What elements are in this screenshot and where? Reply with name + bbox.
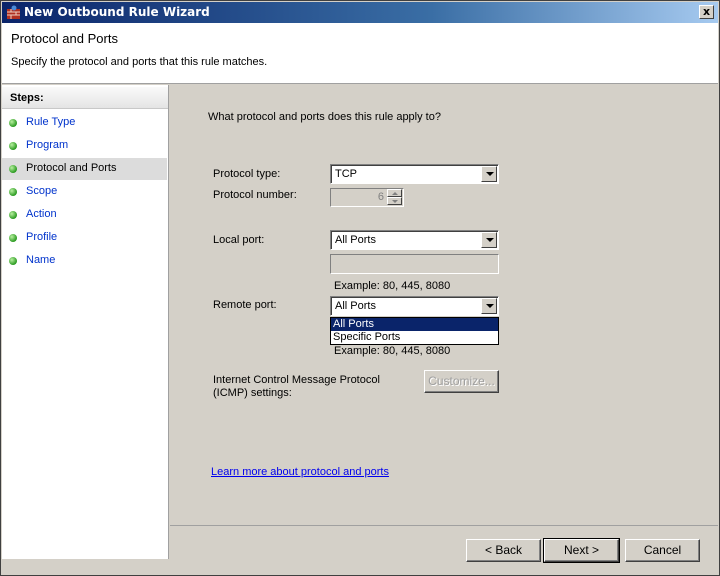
chevron-down-icon[interactable] (481, 232, 497, 248)
step-profile[interactable]: Profile (2, 227, 167, 249)
step-rule-type[interactable]: Rule Type (2, 112, 167, 134)
remote-port-example: Example: 80, 445, 8080 (334, 345, 451, 357)
wizard-window: New Outbound Rule Wizard x Protocol and … (0, 0, 720, 576)
learn-more-link[interactable]: Learn more about protocol and ports (211, 466, 389, 478)
protocol-number-label: Protocol number: (213, 189, 297, 201)
chevron-down-icon[interactable] (481, 298, 497, 314)
protocol-type-select[interactable]: TCP (330, 164, 499, 184)
remote-port-label: Remote port: (213, 299, 277, 311)
firewall-icon (7, 5, 20, 19)
icmp-label-line1: Internet Control Message Protocol (213, 374, 380, 386)
option-all-ports[interactable]: All Ports (331, 318, 498, 331)
local-port-value: All Ports (335, 234, 376, 246)
title-bar[interactable]: New Outbound Rule Wizard x (2, 2, 718, 23)
protocol-number-value: 6 (377, 191, 384, 203)
remote-port-select[interactable]: All Ports (330, 296, 499, 316)
step-label: Scope (26, 185, 58, 197)
status-dot-icon (9, 188, 17, 196)
wizard-header: Protocol and Ports Specify the protocol … (2, 23, 718, 84)
customize-button[interactable]: Customize... (424, 370, 499, 393)
status-dot-icon (9, 142, 17, 150)
icmp-label-line2: (ICMP) settings: (213, 387, 292, 399)
local-port-example: Example: 80, 445, 8080 (334, 280, 451, 292)
window-title: New Outbound Rule Wizard (24, 5, 210, 19)
status-dot-icon (9, 234, 17, 242)
status-dot-icon (9, 165, 17, 173)
step-action[interactable]: Action (2, 204, 167, 226)
step-protocol-and-ports[interactable]: Protocol and Ports (2, 158, 167, 180)
step-label: Name (26, 254, 56, 266)
remote-port-value: All Ports (335, 300, 376, 312)
chevron-down-icon[interactable] (481, 166, 497, 182)
local-port-select[interactable]: All Ports (330, 230, 499, 250)
cancel-button[interactable]: Cancel (625, 539, 700, 562)
protocol-type-label: Protocol type: (213, 168, 281, 180)
steps-panel: Steps: Rule Type Program Protocol and Po… (2, 85, 169, 559)
remote-port-options: All Ports Specific Ports (330, 317, 499, 345)
button-bar: < Back Next > Cancel (170, 527, 718, 575)
protocol-number-stepper: 6 (330, 188, 404, 207)
question-text: What protocol and ports does this rule a… (208, 111, 441, 123)
step-program[interactable]: Program (2, 135, 167, 157)
page-title: Protocol and Ports (11, 31, 118, 46)
status-dot-icon (9, 119, 17, 127)
step-label: Program (26, 139, 69, 151)
step-name[interactable]: Name (2, 250, 167, 272)
spin-down-icon (387, 197, 402, 205)
close-button[interactable]: x (699, 5, 714, 19)
main-content: What protocol and ports does this rule a… (170, 85, 718, 526)
local-port-label: Local port: (213, 234, 265, 246)
step-scope[interactable]: Scope (2, 181, 167, 203)
step-label: Profile (26, 231, 58, 243)
local-port-field (330, 254, 499, 274)
step-label: Action (26, 208, 57, 220)
back-button[interactable]: < Back (466, 539, 541, 562)
steps-heading: Steps: (2, 87, 168, 109)
protocol-type-value: TCP (335, 168, 357, 180)
option-specific-ports[interactable]: Specific Ports (331, 331, 498, 344)
page-subtitle: Specify the protocol and ports that this… (11, 56, 268, 68)
step-label: Rule Type (26, 116, 76, 128)
status-dot-icon (9, 257, 17, 265)
step-label: Protocol and Ports (26, 162, 117, 174)
spin-up-icon (387, 189, 402, 197)
status-dot-icon (9, 211, 17, 219)
next-button[interactable]: Next > (543, 538, 620, 563)
